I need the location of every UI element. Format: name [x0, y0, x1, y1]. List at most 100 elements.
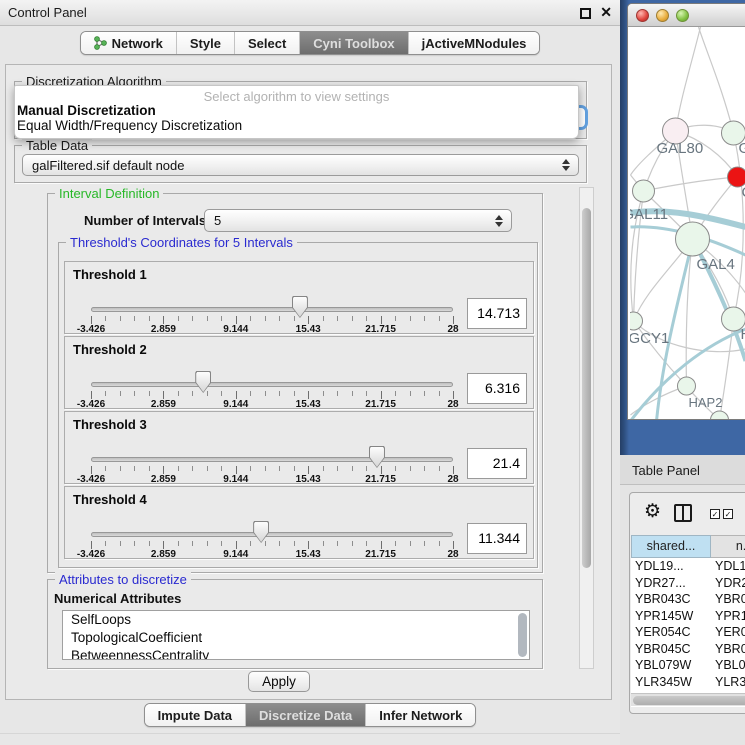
table-row[interactable]: YPR145WYPR1... [631, 608, 745, 625]
desktop-background: GAL80GCGAL11GAL4GCY1HHAP2 [620, 0, 745, 455]
table-horizontal-scrollbar[interactable] [631, 693, 745, 706]
slider-track[interactable] [91, 532, 453, 537]
tab-impute-data[interactable]: Impute Data [145, 704, 245, 726]
slider-track[interactable] [91, 382, 453, 387]
threshold-value-field[interactable]: 21.4 [467, 448, 527, 479]
table-cell: YDR2... [711, 575, 745, 592]
algorithm-dropdown-popup: Select algorithm to view settings Manual… [14, 85, 579, 139]
gear-icon[interactable]: ⚙ [644, 500, 661, 523]
zoom-traffic-light-icon[interactable] [676, 9, 689, 22]
minimize-traffic-light-icon[interactable] [656, 9, 669, 22]
control-panel-window: Control Panel ✕ Network Style Select Cyni T… [0, 0, 620, 745]
close-icon[interactable]: ✕ [600, 4, 612, 21]
table-column-header[interactable]: shared... [631, 535, 711, 558]
table-panel-titlebar: Table Panel [620, 455, 745, 485]
table-data-combobox[interactable]: galFiltered.sif default node [22, 154, 579, 176]
table-row[interactable]: YBR043CYBR0... [631, 591, 745, 608]
tab-label: Impute Data [158, 708, 232, 723]
algorithm-dropdown-placeholder: Select algorithm to view settings [15, 86, 578, 103]
attributes-group-title: Attributes to discretize [55, 572, 191, 587]
number-of-intervals-combobox[interactable]: 5 [204, 209, 512, 232]
network-edge[interactable] [699, 27, 734, 133]
slider-thumb[interactable] [195, 371, 211, 393]
threshold-label: Threshold 1 [73, 267, 147, 282]
dropdown-option-manual-discretization[interactable]: Manual Discretization [15, 103, 578, 118]
tab-network[interactable]: Network [81, 32, 176, 54]
checkbox-icon[interactable]: ✓ [710, 509, 720, 519]
slider-thumb[interactable] [292, 296, 308, 318]
slider-thumb[interactable] [253, 521, 269, 543]
tab-label: Select [248, 36, 286, 51]
split-columns-icon[interactable] [674, 504, 692, 522]
attributes-list-scrollbar[interactable] [518, 613, 527, 657]
numerical-attributes-list[interactable]: SelfLoopsTopologicalCoefficientBetweenne… [62, 610, 530, 660]
attributes-to-discretize-group: Attributes to discretize Numerical Attri… [47, 579, 543, 669]
tab-label: Cyni Toolbox [313, 36, 394, 51]
table-toolbar: ⚙ ✓ ✓ [630, 493, 745, 533]
tab-discretize-data[interactable]: Discretize Data [245, 704, 365, 726]
tab-select[interactable]: Select [234, 32, 299, 54]
screen: Control Panel ✕ Network Style Select Cyni T… [0, 0, 745, 745]
network-node-gal11[interactable] [633, 180, 655, 202]
table-hscrollbar-thumb[interactable] [633, 696, 745, 705]
network-node[interactable] [711, 411, 729, 420]
network-node-label: H [741, 326, 745, 343]
checkbox-icon[interactable]: ✓ [723, 509, 733, 519]
close-traffic-light-icon[interactable] [636, 9, 649, 22]
table-column-header[interactable]: n... [711, 535, 745, 558]
dropdown-option-equal-width-frequency-discretization[interactable]: Equal Width/Frequency Discretization [15, 118, 578, 133]
tab-cyni-toolbox[interactable]: Cyni Toolbox [299, 32, 407, 54]
network-node-hap2[interactable] [678, 377, 696, 395]
threshold-value-field[interactable]: 14.713 [467, 298, 527, 329]
network-canvas[interactable]: GAL80GCGAL11GAL4GCY1HHAP2 [630, 27, 745, 420]
network-node-label: GAL11 [630, 206, 668, 223]
table-panel: Table Panel ⚙ ✓ ✓ shared...n... YDL19...… [620, 455, 745, 745]
divider [0, 733, 620, 734]
table-row[interactable]: YBR045CYBR0... [631, 641, 745, 658]
float-window-icon[interactable] [580, 8, 591, 19]
table-data-group: Table Data galFiltered.sif default node [14, 145, 587, 183]
table-row[interactable]: YLR345WYLR3... [631, 674, 745, 691]
tab-label: Network [112, 36, 163, 51]
table-row[interactable]: YBL079WYBL0... [631, 657, 745, 674]
network-edge[interactable] [644, 177, 738, 191]
table-row[interactable]: YDL19...YDL1... [631, 558, 745, 575]
tab-jactivemnodules[interactable]: jActiveMNodules [408, 32, 540, 54]
tab-style[interactable]: Style [176, 32, 234, 54]
table-cell: YBR0... [711, 641, 745, 658]
network-node-gal4[interactable] [676, 222, 710, 256]
threshold-value-field[interactable]: 6.316 [467, 373, 527, 404]
threshold-3-panel: Threshold 3-3.4262.8599.14415.4321.71528… [64, 411, 534, 484]
attribute-list-item[interactable]: TopologicalCoefficient [63, 629, 529, 647]
table-cell: YBL0... [711, 657, 745, 674]
table-row[interactable]: YDR27...YDR2... [631, 575, 745, 592]
numerical-attributes-label: Numerical Attributes [54, 591, 181, 606]
slider-track[interactable] [91, 457, 453, 462]
panel-vertical-scrollbar[interactable] [579, 187, 594, 669]
table-cell: YPR145W [631, 608, 711, 625]
table-data-combobox-value: galFiltered.sif default node [32, 155, 184, 176]
tab-label: Infer Network [379, 708, 462, 723]
table-cell: YER0... [711, 624, 745, 641]
network-edge[interactable] [676, 27, 701, 131]
attribute-list-item[interactable]: BetweennessCentrality [63, 647, 529, 660]
top-tab-segments: Network Style Select Cyni Toolbox jActiveMNo… [80, 31, 541, 55]
network-node-label: GAL4 [697, 256, 735, 273]
tab-infer-network[interactable]: Infer Network [365, 704, 475, 726]
number-of-intervals-label: Number of Intervals [84, 213, 206, 228]
network-node-label: GAL80 [657, 140, 704, 157]
threshold-value-field[interactable]: 11.344 [467, 523, 527, 554]
threshold-label: Threshold 3 [73, 417, 147, 432]
table-header-row: shared...n... [631, 535, 745, 558]
panel-scrollbar-thumb[interactable] [582, 208, 591, 568]
combobox-stepper-icon [562, 159, 571, 171]
threshold-label: Threshold 4 [73, 492, 147, 507]
attribute-list-item[interactable]: SelfLoops [63, 611, 529, 629]
tab-label: Style [190, 36, 221, 51]
table-cell: YPR1... [711, 608, 745, 625]
slider-track[interactable] [91, 307, 453, 312]
control-panel-titlebar: Control Panel ✕ [0, 0, 620, 26]
apply-button[interactable]: Apply [248, 671, 310, 692]
slider-thumb[interactable] [369, 446, 385, 468]
table-row[interactable]: YER054CYER0... [631, 624, 745, 641]
